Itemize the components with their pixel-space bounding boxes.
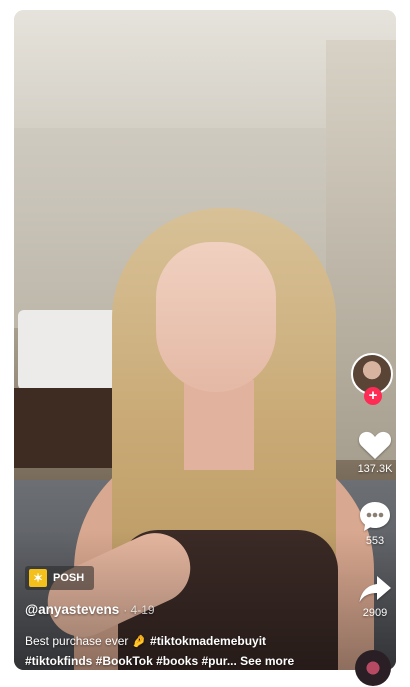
- video-subject-face: [156, 242, 276, 392]
- posh-badge[interactable]: ✶ POSH: [25, 566, 95, 590]
- comment-icon: [360, 502, 390, 531]
- music-disc-icon[interactable]: [355, 650, 391, 686]
- creator-avatar[interactable]: +: [351, 353, 393, 405]
- badge-label: POSH: [53, 572, 85, 584]
- caption-hashtags[interactable]: #tiktokfinds #BookTok #books #pur...: [25, 654, 237, 668]
- follow-button[interactable]: +: [364, 387, 382, 405]
- author-line: @anyastevens · 4-19: [25, 602, 155, 617]
- caption: Best purchase ever 🤌 #tiktokmademebuyit …: [25, 631, 325, 671]
- spark-icon: ✶: [29, 569, 47, 587]
- video-subject-neck: [184, 380, 254, 470]
- comment-button[interactable]: 553: [353, 500, 397, 547]
- post-date: · 4-19: [123, 603, 155, 617]
- like-button[interactable]: 137.3K: [353, 430, 397, 475]
- share-count: 2909: [362, 607, 388, 619]
- share-icon: [359, 576, 391, 602]
- caption-text: Best purchase ever 🤌: [25, 634, 147, 648]
- author-username[interactable]: @anyastevens: [25, 602, 119, 617]
- heart-icon: [358, 431, 392, 459]
- plus-icon: +: [368, 387, 378, 404]
- comment-count: 553: [365, 535, 385, 547]
- video-frame-sidewall: [326, 40, 396, 460]
- like-count: 137.3K: [357, 463, 393, 475]
- share-button[interactable]: 2909: [353, 574, 397, 619]
- see-more-link[interactable]: See more: [240, 654, 294, 668]
- caption-hashtag[interactable]: #tiktokmademebuyit: [150, 634, 266, 648]
